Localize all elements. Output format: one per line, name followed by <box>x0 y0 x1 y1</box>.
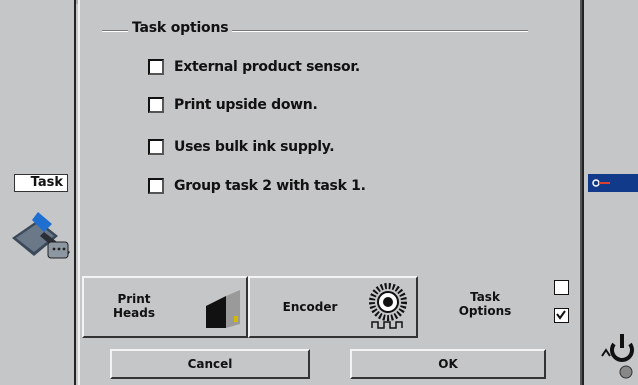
checkmark-icon <box>556 310 566 320</box>
tab-bar: Print Heads Encoder Task Options <box>78 276 582 338</box>
cancel-button[interactable]: Cancel <box>110 349 310 379</box>
tab-label-line: Options <box>458 304 512 318</box>
right-panel <box>582 0 638 385</box>
task-indicator-bar <box>588 174 638 192</box>
checkbox[interactable] <box>148 59 164 75</box>
option-label: Group task 2 with task 1. <box>174 178 366 194</box>
checkbox[interactable] <box>148 139 164 155</box>
option-external-product-sensor[interactable]: External product sensor. <box>148 56 360 78</box>
tab-label-line: Task <box>470 290 500 304</box>
left-panel <box>0 0 76 385</box>
task-label[interactable]: Task <box>14 174 68 192</box>
checkbox[interactable] <box>148 178 164 194</box>
power-icon[interactable] <box>600 330 638 380</box>
option-label: Print upside down. <box>174 97 318 113</box>
option-label: Uses bulk ink supply. <box>174 139 335 155</box>
group-title: Task options <box>128 20 233 36</box>
toggle-checkbox-checked[interactable] <box>554 308 569 323</box>
encoder-icon <box>369 283 407 329</box>
checkbox[interactable] <box>148 97 164 113</box>
ok-button[interactable]: OK <box>350 349 546 379</box>
key-icon <box>592 179 610 187</box>
left-divider <box>74 0 76 385</box>
tab-task-options[interactable]: Task Options <box>420 276 578 338</box>
tab-print-heads[interactable]: Print Heads <box>82 276 248 338</box>
option-uses-bulk-ink-supply[interactable]: Uses bulk ink supply. <box>148 136 335 158</box>
tab-label: Encoder <box>282 300 338 314</box>
tab-label-line: Heads <box>112 306 155 320</box>
right-divider <box>582 0 584 385</box>
tab-label-line: Print <box>117 292 151 306</box>
option-label: External product sensor. <box>174 59 360 75</box>
option-group-task[interactable]: Group task 2 with task 1. <box>148 175 366 197</box>
print-head-icon <box>206 290 240 328</box>
toggle-checkbox-unchecked[interactable] <box>554 280 569 295</box>
option-print-upside-down[interactable]: Print upside down. <box>148 94 318 116</box>
tab-encoder[interactable]: Encoder <box>248 276 418 338</box>
serial-connector-icon[interactable] <box>8 206 74 266</box>
